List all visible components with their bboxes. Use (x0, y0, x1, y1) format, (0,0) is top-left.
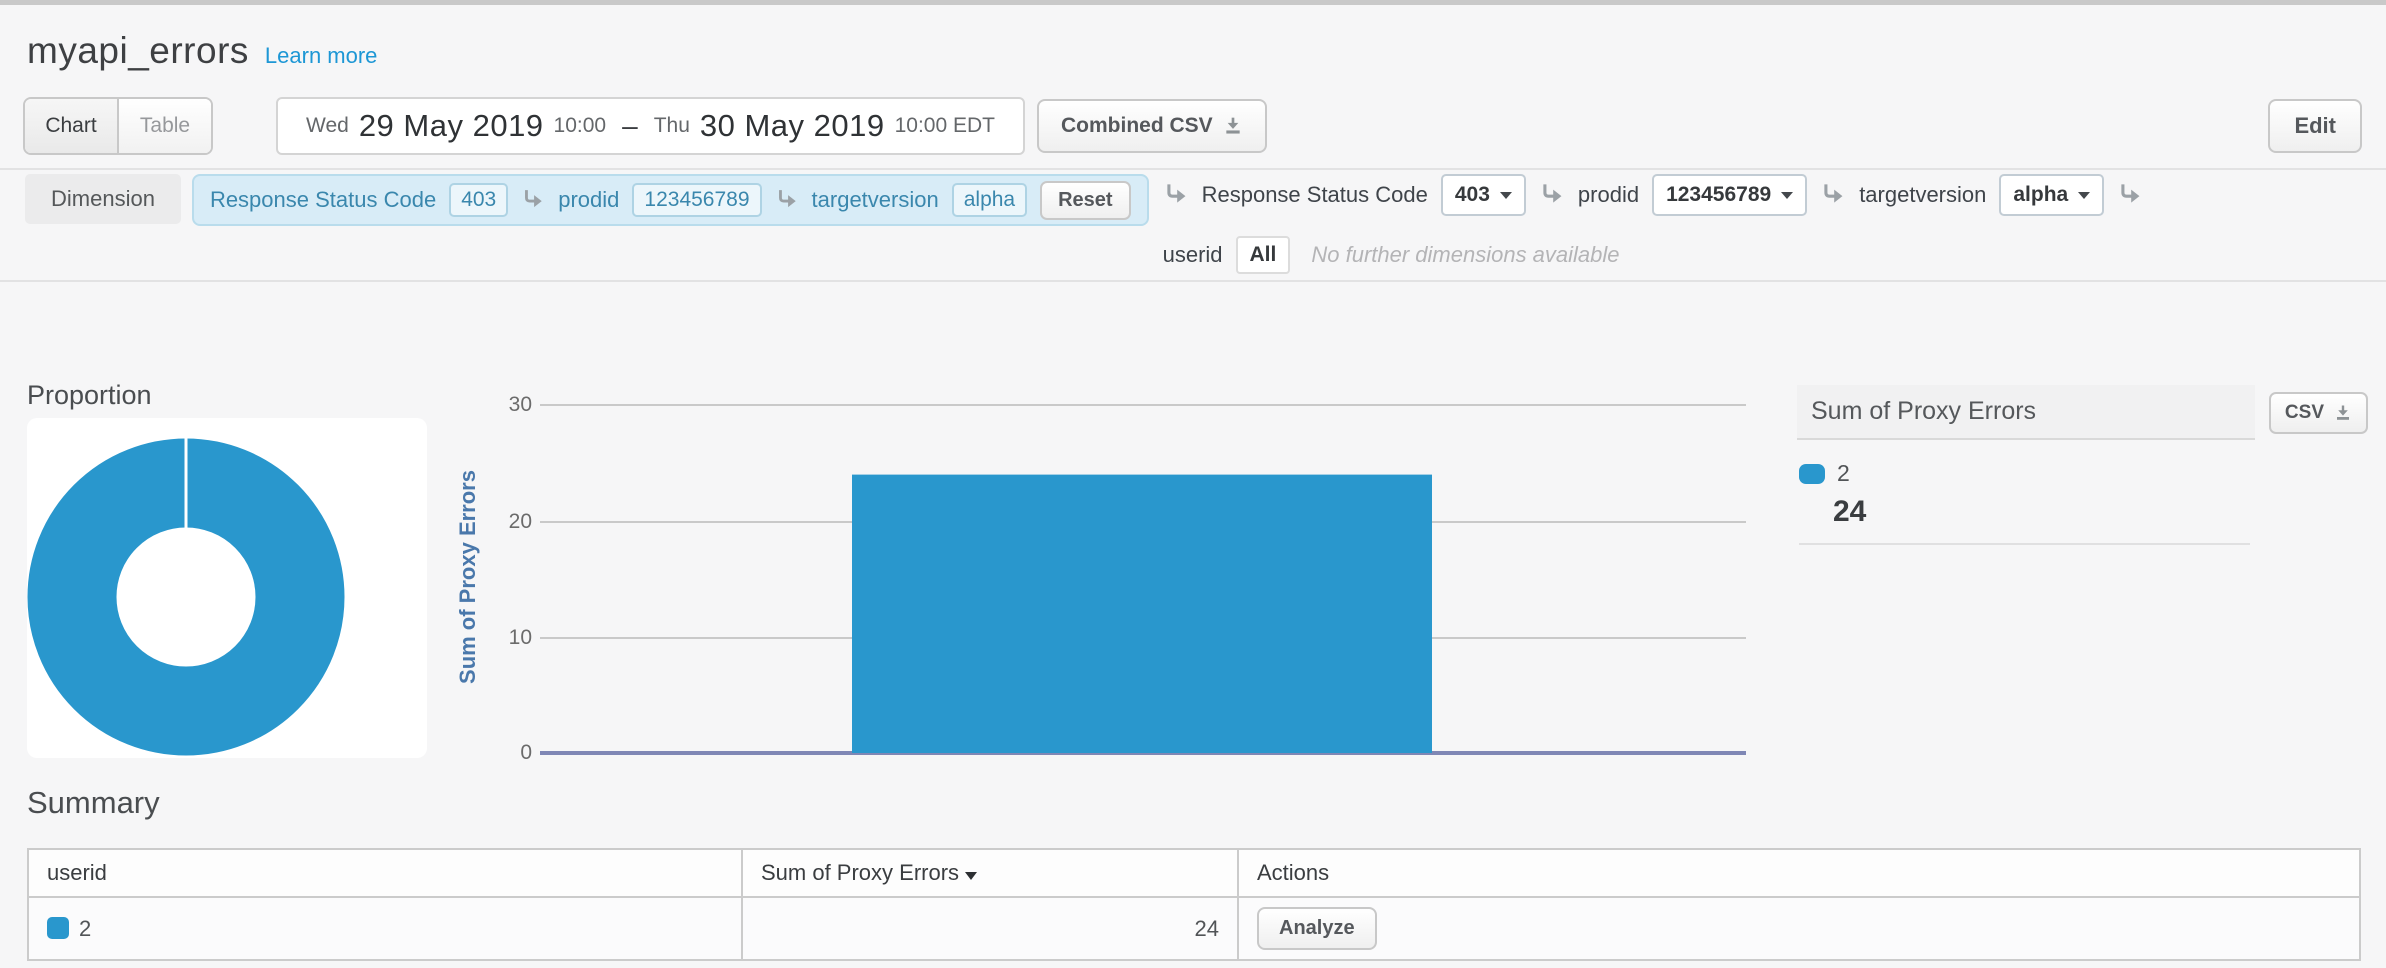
dimension-label: Dimension (25, 174, 181, 224)
select-value: alpha (2013, 183, 2068, 207)
y-tick-30: 30 (440, 393, 532, 417)
start-day: Wed (306, 114, 349, 138)
toolbar: Chart Table Wed 29 May 2019 10:00 – Thu … (23, 97, 2362, 155)
bar-chart[interactable] (540, 395, 1746, 759)
filter-value-chip[interactable]: 123456789 (632, 183, 761, 217)
top-strip (0, 0, 2386, 5)
y-tick-20: 20 (440, 510, 532, 534)
legend-label: 2 (1837, 460, 1850, 487)
start-date: 29 May 2019 (359, 108, 544, 144)
date-range-picker[interactable]: Wed 29 May 2019 10:00 – Thu 30 May 2019 … (276, 97, 1025, 155)
legend: 2 24 (1797, 460, 2368, 545)
cell-actions: Analyze (1238, 897, 2360, 960)
page-title: myapi_errors (27, 30, 249, 72)
drilldown-dim-name: prodid (1578, 182, 1639, 208)
filter-name: Response Status Code (210, 187, 436, 213)
charts-region: Proportion 30 20 10 0 Sum of Proxy Error… (0, 370, 2386, 770)
no-further-dimensions-message: No further dimensions available (1311, 242, 1619, 268)
series-side-panel: Sum of Proxy Errors CSV 2 24 (1797, 385, 2368, 545)
next-dimension-name: userid (1163, 242, 1223, 268)
y-axis-title: Sum of Proxy Errors (455, 470, 481, 684)
y-tick-10: 10 (440, 626, 532, 650)
analytics-page: myapi_errors Learn more Chart Table Wed … (0, 0, 2386, 968)
view-toggle: Chart Table (23, 97, 213, 155)
download-icon (1223, 116, 1243, 136)
donut-chart[interactable] (27, 418, 427, 758)
legend-value: 24 (1833, 495, 2368, 529)
dimension-divider (0, 280, 2386, 282)
end-date: 30 May 2019 (700, 108, 885, 144)
caret-down-icon (1781, 192, 1793, 199)
combined-csv-label: Combined CSV (1061, 114, 1213, 138)
drilldown-dim-name: targetversion (1859, 182, 1986, 208)
level-down-arrow-icon (521, 188, 545, 212)
dimension-bar: Dimension Response Status Code 403 prodi… (25, 174, 2362, 274)
series-swatch (47, 917, 69, 939)
drilldown-value-select[interactable]: 123456789 (1652, 174, 1807, 216)
summary-title: Summary (27, 784, 2361, 822)
filter-value-chip[interactable]: 403 (449, 183, 508, 217)
table-row: 2 24 Analyze (28, 897, 2360, 960)
date-range-separator: – (622, 110, 638, 142)
reset-button[interactable]: Reset (1040, 181, 1130, 220)
filter-value-chip[interactable]: alpha (952, 183, 1027, 217)
table-tab[interactable]: Table (119, 99, 211, 153)
summary-header-row: userid Sum of Proxy Errors Actions (28, 849, 2360, 897)
learn-more-link[interactable]: Learn more (265, 43, 378, 69)
y-tick-0: 0 (440, 741, 532, 765)
chart-tab[interactable]: Chart (25, 99, 119, 153)
analyze-button[interactable]: Analyze (1257, 907, 1377, 950)
drilldown-value-select[interactable]: alpha (1999, 174, 2104, 216)
col-header-sum-label: Sum of Proxy Errors (761, 860, 959, 885)
page-header: myapi_errors Learn more (27, 30, 377, 72)
caret-down-icon (1500, 192, 1512, 199)
level-down-arrow-icon (1539, 182, 1565, 208)
csv-button[interactable]: CSV (2269, 392, 2368, 434)
applied-filters-pill: Response Status Code 403 prodid 12345678… (192, 174, 1149, 226)
level-down-arrow-icon (775, 188, 799, 212)
filter-name: targetversion (812, 187, 939, 213)
sort-desc-caret-icon (965, 872, 977, 880)
next-dimension-value-select[interactable]: All (1236, 236, 1291, 274)
end-time: 10:00 EDT (895, 114, 995, 138)
caret-down-icon (2078, 192, 2090, 199)
col-header-userid: userid (28, 849, 742, 897)
level-down-arrow-icon (2117, 182, 2143, 208)
drilldown-dim-name: Response Status Code (1202, 182, 1428, 208)
edit-label: Edit (2294, 113, 2336, 139)
legend-swatch (1799, 464, 1825, 484)
download-icon (2334, 404, 2352, 422)
level-down-arrow-icon (1163, 182, 1189, 208)
combined-csv-button[interactable]: Combined CSV (1037, 99, 1267, 153)
level-down-arrow-icon (1820, 182, 1846, 208)
summary-section: Summary userid Sum of Proxy Errors Actio… (27, 784, 2361, 961)
proportion-title: Proportion (27, 380, 152, 411)
csv-label: CSV (2285, 402, 2324, 424)
col-header-sum-sortable[interactable]: Sum of Proxy Errors (742, 849, 1238, 897)
col-header-actions: Actions (1238, 849, 2360, 897)
bar-userid-2[interactable] (852, 475, 1432, 753)
end-day: Thu (654, 114, 690, 138)
bar-chart-plot (540, 395, 1746, 764)
cell-userid: 2 (28, 897, 742, 960)
filter-name: prodid (558, 187, 619, 213)
edit-button[interactable]: Edit (2268, 99, 2362, 153)
panel-title: Sum of Proxy Errors (1797, 385, 2255, 440)
userid-value: 2 (79, 916, 91, 941)
drilldown-value-select[interactable]: 403 (1441, 174, 1526, 216)
legend-divider (1799, 543, 2250, 545)
drilldown-chain: Response Status Code 403 prodid 12345678… (1163, 174, 2362, 274)
select-value: 403 (1455, 183, 1490, 207)
select-value: 123456789 (1666, 183, 1771, 207)
legend-item: 2 (1799, 460, 2368, 487)
proportion-card (27, 418, 427, 758)
summary-table: userid Sum of Proxy Errors Actions 2 24 … (27, 848, 2361, 961)
cell-sum: 24 (742, 897, 1238, 960)
panel-header: Sum of Proxy Errors CSV (1797, 385, 2368, 440)
toolbar-divider (0, 168, 2386, 170)
start-time: 10:00 (554, 114, 607, 138)
